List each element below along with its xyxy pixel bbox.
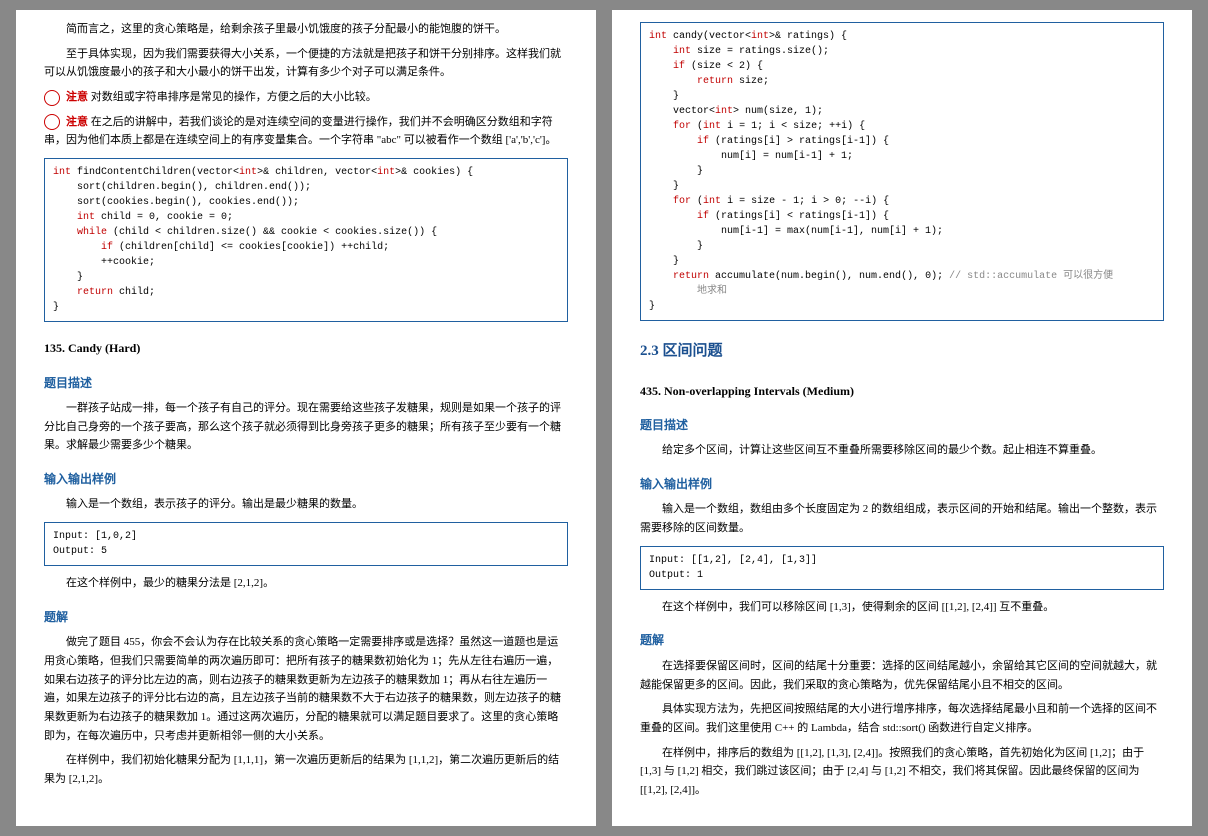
section-title: 2.3 区间问题 — [640, 339, 1164, 365]
para: 给定多个区间，计算让这些区间互不重叠所需要移除区间的最少个数。起止相连不算重叠。 — [640, 441, 1164, 460]
note-tag: 注意 — [66, 91, 88, 103]
para: 一群孩子站成一排，每一个孩子有自己的评分。现在需要给这些孩子发糖果，规则是如果一… — [44, 399, 568, 455]
page-right: int candy(vector<int>& ratings) { int si… — [612, 10, 1192, 826]
para: 至于具体实现，因为我们需要获得大小关系，一个便捷的方法就是把孩子和饼干分别排序。… — [44, 45, 568, 82]
io-block: Input: [1,0,2] Output: 5 — [44, 522, 568, 566]
para: 在样例中，排序后的数组为 [[1,2], [1,3], [2,4]]。按照我们的… — [640, 744, 1164, 800]
para: 输入是一个数组，数组由多个长度固定为 2 的数组组成，表示区间的开始和结尾。输出… — [640, 500, 1164, 537]
problem-title: 435. Non-overlapping Intervals (Medium) — [640, 381, 1164, 401]
section-heading: 题解 — [640, 630, 1164, 650]
note-icon: ✎ — [44, 90, 60, 106]
note-icon: ✎ — [44, 114, 60, 130]
para: 做完了题目 455，你会不会认为存在比较关系的贪心策略一定需要排序或是选择？虽然… — [44, 633, 568, 745]
section-heading: 题目描述 — [44, 373, 568, 393]
code-block: int candy(vector<int>& ratings) { int si… — [640, 22, 1164, 321]
para: 简而言之，这里的贪心策略是，给剩余孩子里最小饥饿度的孩子分配最小的能饱腹的饼干。 — [44, 20, 568, 39]
para: 输入是一个数组，表示孩子的评分。输出是最少糖果的数量。 — [44, 495, 568, 514]
para: 具体实现方法为，先把区间按照结尾的大小进行增序排序，每次选择结尾最小且和前一个选… — [640, 700, 1164, 737]
section-heading: 输入输出样例 — [44, 469, 568, 489]
para: 在这个样例中，最少的糖果分法是 [2,1,2]。 — [44, 574, 568, 593]
note-text: 对数组或字符串排序是常见的操作，方便之后的大小比较。 — [88, 91, 377, 103]
note: ✎ 注意 对数组或字符串排序是常见的操作，方便之后的大小比较。 — [44, 88, 568, 107]
para: 在选择要保留区间时，区间的结尾十分重要：选择的区间结尾越小，余留给其它区间的空间… — [640, 657, 1164, 694]
section-heading: 题目描述 — [640, 415, 1164, 435]
section-heading: 输入输出样例 — [640, 474, 1164, 494]
note-text: 在之后的讲解中，若我们谈论的是对连续空间的变量进行操作，我们并不会明确区分数组和… — [44, 116, 556, 147]
io-block: Input: [[1,2], [2,4], [1,3]] Output: 1 — [640, 546, 1164, 590]
page-spread: 简而言之，这里的贪心策略是，给剩余孩子里最小饥饿度的孩子分配最小的能饱腹的饼干。… — [0, 0, 1208, 836]
section-heading: 题解 — [44, 607, 568, 627]
code-block: int findContentChildren(vector<int>& chi… — [44, 158, 568, 322]
page-left: 简而言之，这里的贪心策略是，给剩余孩子里最小饥饿度的孩子分配最小的能饱腹的饼干。… — [16, 10, 596, 826]
problem-title: 135. Candy (Hard) — [44, 338, 568, 358]
note: ✎ 注意 在之后的讲解中，若我们谈论的是对连续空间的变量进行操作，我们并不会明确区… — [44, 113, 568, 150]
note-tag: 注意 — [66, 116, 88, 128]
para: 在这个样例中，我们可以移除区间 [1,3]，使得剩余的区间 [[1,2], [2… — [640, 598, 1164, 617]
para: 在样例中，我们初始化糖果分配为 [1,1,1]，第一次遍历更新后的结果为 [1,… — [44, 751, 568, 788]
